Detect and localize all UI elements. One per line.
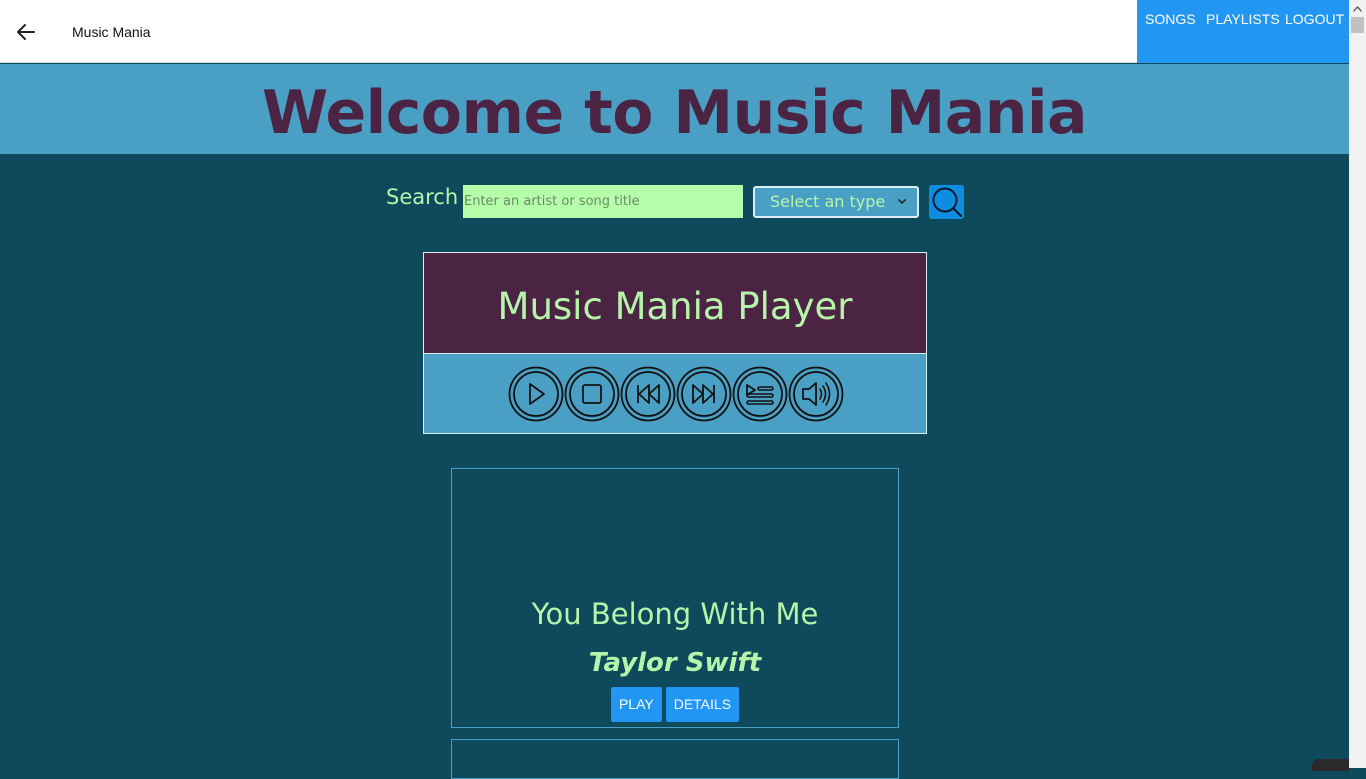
play-icon [508,366,564,421]
song-card [451,739,899,779]
chevron-down-icon [897,198,907,205]
song-card-actions: PLAY DETAILS [452,687,898,722]
search-button[interactable] [929,185,964,219]
scroll-up-button[interactable] [1349,0,1366,17]
scroll-thumb[interactable] [1351,17,1364,33]
page-heading: Welcome to Music Mania [261,78,1088,148]
stop-icon [564,366,620,421]
play-button[interactable]: PLAY [610,687,662,722]
caret-up-icon [1353,5,1362,12]
corner-tab [1312,759,1349,771]
back-button[interactable] [12,18,40,46]
search-label: Search [386,185,459,209]
player-controls [424,354,926,433]
song-artist: Taylor Swift [588,648,762,678]
type-select-value: Select an type [770,192,886,211]
song-card: You Belong With Me Taylor Swift PLAY DET… [451,468,899,728]
volume-control-button[interactable] [788,366,844,422]
rewind-control-button[interactable] [620,366,676,422]
playlist-control-button[interactable] [732,366,788,422]
search-input[interactable] [463,185,743,218]
welcome-banner: Welcome to Music Mania [0,64,1349,154]
fast-forward-control-button[interactable] [676,366,732,422]
top-nav: SONGS PLAYLISTS LOGOUT [1137,0,1349,63]
details-button[interactable]: DETAILS [665,687,740,722]
app-bar: Music Mania SONGS PLAYLISTS LOGOUT [0,0,1366,63]
play-control-button[interactable] [508,366,564,422]
music-player: Music Mania Player [423,252,927,434]
rewind-icon [620,366,676,421]
fast-forward-icon [676,366,732,421]
volume-icon [788,366,844,421]
player-title: Music Mania Player [497,285,853,328]
nav-logout[interactable]: LOGOUT [1277,0,1349,63]
app-title: Music Mania [72,24,151,40]
arrow-left-icon [17,24,35,40]
type-select[interactable]: Select an type [753,186,919,218]
vertical-scrollbar[interactable] [1349,0,1366,768]
stop-control-button[interactable] [564,366,620,422]
player-header: Music Mania Player [424,253,926,354]
nav-songs[interactable]: SONGS [1137,0,1198,63]
nav-playlists[interactable]: PLAYLISTS [1198,0,1280,63]
search-icon [932,187,962,218]
playlist-icon [732,366,788,421]
song-title: You Belong With Me [531,597,819,631]
